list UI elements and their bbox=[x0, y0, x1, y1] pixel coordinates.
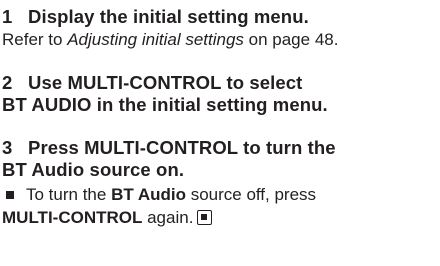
step-1-body: Refer to Adjusting initial settings on p… bbox=[2, 29, 430, 51]
note-text-1: To turn the bbox=[26, 185, 112, 204]
note-text-bt-audio: BT Audio bbox=[111, 185, 186, 204]
step-3-note-cont: MULTI-CONTROL again. bbox=[2, 207, 430, 229]
step-3-note: To turn the BT Audio source off, press bbox=[2, 184, 430, 206]
step-3-heading: 3 Press MULTI-CONTROL to turn the bbox=[2, 137, 430, 159]
step-1-number: 1 bbox=[2, 6, 13, 27]
step-1-body-suffix: on page 48. bbox=[243, 30, 339, 49]
step-1-heading: 1 Display the initial setting menu. bbox=[2, 6, 430, 28]
step-1-heading-text: Display the initial setting menu. bbox=[28, 6, 309, 27]
step-3-heading-line-2: BT Audio source on. bbox=[2, 159, 185, 180]
square-bullet-icon bbox=[6, 190, 14, 199]
step-2-number: 2 bbox=[2, 72, 13, 93]
step-2: 2 Use MULTI-CONTROL to select BT AUDIO in… bbox=[2, 72, 430, 116]
step-3: 3 Press MULTI-CONTROL to turn the BT Audi… bbox=[2, 137, 430, 229]
step-1: 1 Display the initial setting menu. Refer… bbox=[2, 6, 430, 51]
end-of-section-icon bbox=[197, 210, 213, 225]
step-2-heading-line-2: BT AUDIO in the initial setting menu. bbox=[2, 94, 328, 115]
step-2-heading-cont: BT AUDIO in the initial setting menu. bbox=[2, 94, 430, 116]
note-text-3: again. bbox=[142, 208, 194, 227]
note-text-multi-control: MULTI-CONTROL bbox=[2, 208, 143, 227]
step-3-heading-line-1: Press MULTI-CONTROL to turn the bbox=[28, 137, 336, 158]
step-2-heading-line-1: Use MULTI-CONTROL to select bbox=[28, 72, 303, 93]
step-1-body-prefix: Refer to bbox=[2, 30, 68, 49]
note-text-2: source off, press bbox=[185, 185, 317, 204]
step-2-heading: 2 Use MULTI-CONTROL to select bbox=[2, 72, 430, 94]
manual-page: 1 Display the initial setting menu. Refer… bbox=[0, 0, 440, 266]
cross-reference-link[interactable]: Adjusting initial settings bbox=[67, 30, 244, 49]
step-3-heading-cont: BT Audio source on. bbox=[2, 159, 430, 181]
step-3-number: 3 bbox=[2, 137, 13, 158]
